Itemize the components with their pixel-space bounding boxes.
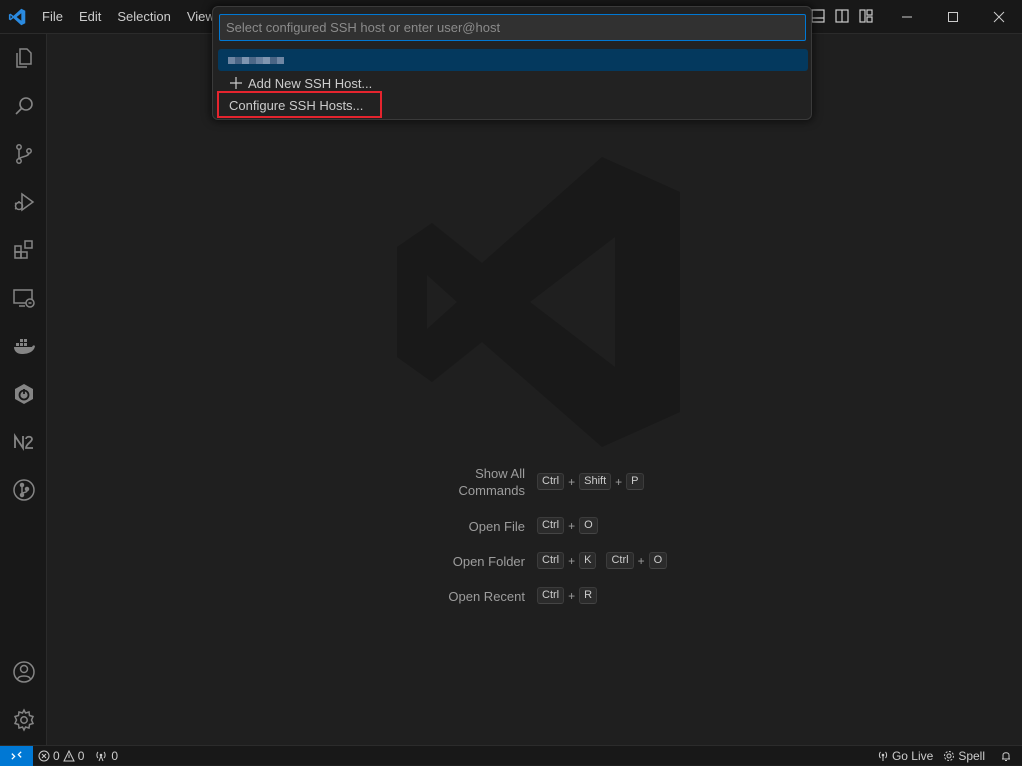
toggle-panel-icon[interactable] — [810, 8, 826, 24]
bell-icon — [1002, 751, 1010, 761]
manage-gear-icon[interactable] — [0, 696, 47, 744]
vscode-watermark-icon — [397, 157, 680, 447]
key-ctrl: Ctrl — [537, 587, 565, 604]
key-ctrl: Ctrl — [606, 552, 634, 569]
layout-controls — [810, 8, 874, 24]
shortcut-keys: Ctrl + K Ctrl + O — [537, 552, 668, 569]
go-live-button[interactable]: Go Live — [872, 749, 938, 763]
run-debug-icon[interactable] — [0, 178, 47, 226]
broadcast-icon — [878, 751, 888, 761]
key-o: O — [648, 552, 668, 569]
highlight-annotation-box — [217, 91, 382, 118]
key-ctrl: Ctrl — [537, 517, 565, 534]
key-shift: Shift — [579, 473, 612, 490]
git-graph-icon[interactable] — [0, 466, 47, 514]
menu-selection[interactable]: Selection — [109, 0, 178, 34]
close-icon[interactable] — [976, 0, 1022, 34]
ssh-host-quick-pick: Add New SSH Host... Configure SSH Hosts.… — [212, 6, 812, 120]
n2-icon[interactable] — [0, 418, 47, 466]
obscured-host-name — [228, 56, 284, 64]
problems-indicator[interactable]: 0 0 — [33, 749, 89, 763]
add-new-ssh-host-label: Add New SSH Host... — [248, 75, 373, 91]
key-ctrl: Ctrl — [537, 473, 565, 490]
go-live-label: Go Live — [891, 748, 934, 763]
window-controls — [884, 0, 1022, 34]
menu-file[interactable]: File — [34, 0, 71, 34]
shortcut-keys: Ctrl + O — [537, 517, 598, 534]
extensions-icon[interactable] — [0, 226, 47, 274]
gear-icon — [944, 750, 955, 761]
error-count: 0 — [53, 748, 60, 763]
shortcut-label: Open File — [468, 519, 525, 534]
warning-count: 0 — [77, 748, 85, 763]
ssh-host-input[interactable] — [219, 14, 806, 41]
editor-welcome-area: Show All Commands Ctrl + Shift + P Open Fi… — [47, 34, 1022, 745]
spell-button[interactable]: Spell — [938, 749, 990, 763]
shortcut-label: Show All Commands — [458, 466, 525, 498]
menu-edit[interactable]: Edit — [71, 0, 109, 34]
accounts-icon[interactable] — [0, 648, 47, 696]
status-bar-right: Go Live Spell — [872, 746, 1022, 765]
ssh-host-item-obscured[interactable] — [218, 49, 808, 71]
activity-bar — [0, 34, 47, 745]
ports-count: 0 — [111, 748, 119, 763]
maximize-icon[interactable] — [930, 0, 976, 34]
key-ctrl: Ctrl — [537, 552, 565, 569]
toggle-secondary-sidebar-icon[interactable] — [834, 8, 850, 24]
source-control-icon[interactable] — [0, 130, 47, 178]
explorer-icon[interactable] — [0, 34, 47, 82]
broadcast-icon — [96, 751, 106, 761]
key-k: K — [579, 552, 597, 569]
vscode-logo-icon — [8, 8, 26, 26]
error-icon — [38, 750, 50, 761]
shortcut-keys: Ctrl + R — [537, 587, 598, 604]
notifications-button[interactable] — [990, 750, 1022, 762]
remote-icon — [11, 751, 22, 760]
key-o: O — [579, 517, 598, 534]
status-bar: 0 0 0 Go Live Spell — [0, 745, 1022, 766]
key-p: P — [626, 473, 644, 490]
shortcut-keys: Ctrl + Shift + P — [537, 473, 644, 490]
remote-indicator-button[interactable] — [0, 745, 33, 766]
minimize-icon[interactable] — [884, 0, 930, 34]
shortcut-label: Open Recent — [448, 589, 525, 604]
warning-icon — [62, 749, 75, 761]
docker-icon[interactable] — [0, 322, 47, 370]
ports-indicator[interactable]: 0 — [89, 749, 123, 763]
menu-bar: File Edit Selection View — [34, 0, 223, 34]
search-icon[interactable] — [0, 82, 47, 130]
spring-boot-icon[interactable] — [0, 370, 47, 418]
add-icon — [230, 77, 242, 89]
key-r: R — [579, 587, 598, 604]
spell-label: Spell — [958, 748, 985, 763]
remote-explorer-icon[interactable] — [0, 274, 47, 322]
customize-layout-icon[interactable] — [858, 8, 874, 24]
shortcut-label: Open Folder — [452, 554, 525, 569]
